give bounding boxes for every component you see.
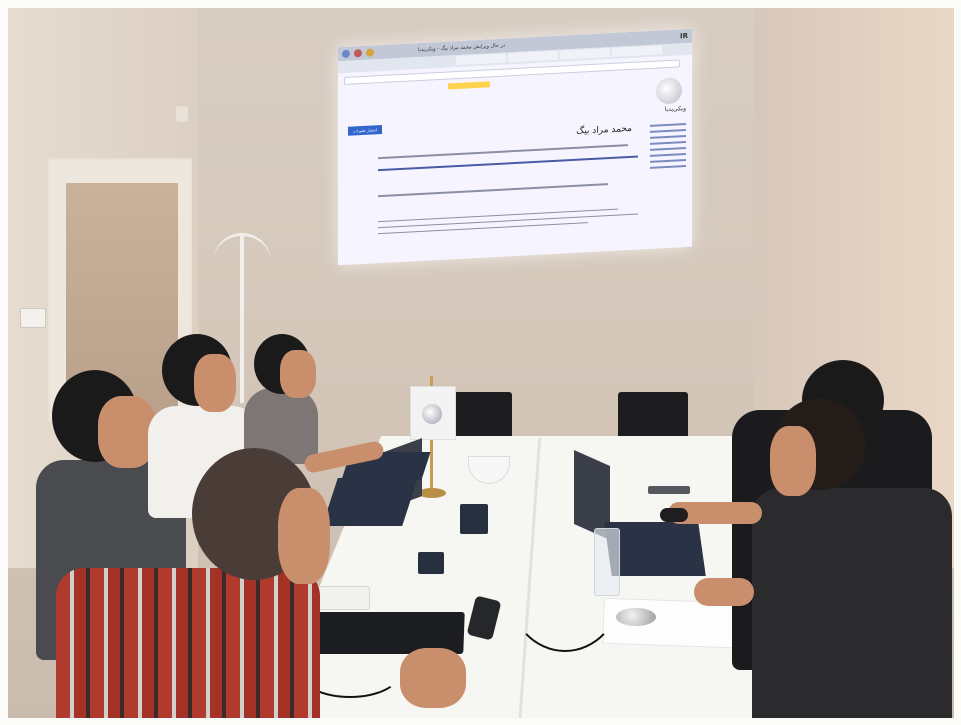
sidebar-link [650, 135, 686, 139]
sidebar-link [650, 153, 686, 157]
chair [618, 392, 688, 440]
person-face [770, 426, 816, 496]
power-adapter [418, 552, 444, 574]
wall-sensor [176, 106, 188, 122]
sidebar-link [650, 141, 686, 145]
flag-base [418, 488, 446, 498]
coat-rack [240, 233, 244, 403]
thermostat [20, 308, 46, 328]
person-face [280, 350, 316, 398]
taskbar-icon [354, 49, 362, 58]
text-line [378, 222, 588, 235]
status-indicator: IR [680, 31, 688, 41]
notice-banner [448, 81, 490, 90]
person-hand [694, 578, 754, 606]
wikipedia-globe-icon [656, 77, 682, 105]
sidebar-link [650, 159, 686, 163]
article-heading: محمد مراد بیگ [576, 123, 632, 137]
taskbar-title: در حال ویرایش محمد مراد بیگ - ویکی‌پدیا [418, 42, 506, 54]
sidebar-link [650, 129, 686, 133]
browser-tab [560, 48, 610, 60]
taskbar-icon [366, 48, 374, 57]
taskbar-icon [342, 49, 350, 59]
laptop [322, 478, 418, 526]
projected-sidebar [650, 119, 686, 231]
text-line [378, 183, 608, 198]
sidebar-link [650, 147, 686, 151]
browser-tab [508, 50, 558, 63]
wiki-name: ویکی‌پدیا [664, 105, 686, 114]
wikipedia-globe-icon [422, 404, 442, 424]
sidebar-link [650, 123, 686, 127]
phone [648, 486, 690, 494]
person-face [194, 354, 236, 412]
browser-tab [612, 45, 662, 57]
power-adapter [460, 504, 488, 534]
browser-tab [456, 53, 506, 66]
computer-mouse [660, 508, 688, 522]
photo-frame: در حال ویرایش محمد مراد بیگ - ویکی‌پدیا … [8, 8, 954, 718]
publish-button: انتشار تغییرات [348, 124, 382, 136]
person-jacket [752, 488, 952, 718]
person-hand [400, 648, 466, 708]
text-line [378, 144, 628, 160]
projected-screen: در حال ویرایش محمد مراد بیگ - ویکی‌پدیا … [338, 28, 692, 266]
wikipedia-globe-icon [616, 608, 656, 626]
chair [452, 392, 512, 440]
sidebar-link [650, 165, 686, 169]
cable [508, 528, 622, 652]
text-line [378, 155, 638, 172]
person-plaid-shirt [56, 568, 320, 718]
person-face [278, 488, 330, 584]
